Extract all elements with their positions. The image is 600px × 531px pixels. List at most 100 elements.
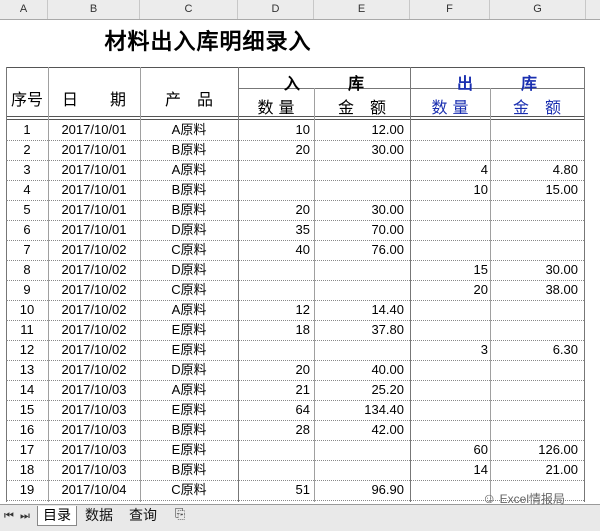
- cell-seq[interactable]: 15: [6, 400, 48, 420]
- cell-out-qty[interactable]: [410, 380, 490, 400]
- cell-seq[interactable]: 17: [6, 440, 48, 460]
- cell-product[interactable]: C原料: [140, 280, 238, 300]
- cell-in-qty[interactable]: 20: [238, 140, 314, 160]
- cell-seq[interactable]: 16: [6, 420, 48, 440]
- cell-date[interactable]: 2017/10/02: [48, 360, 140, 380]
- cell-seq[interactable]: 19: [6, 480, 48, 500]
- cell-seq[interactable]: 13: [6, 360, 48, 380]
- cell-out-qty[interactable]: 20: [410, 280, 490, 300]
- cell-in-qty[interactable]: 21: [238, 380, 314, 400]
- cell-date[interactable]: 2017/10/03: [48, 440, 140, 460]
- cell-in-amount[interactable]: [314, 280, 410, 300]
- cell-in-amount[interactable]: [314, 160, 410, 180]
- cell-in-amount[interactable]: 76.00: [314, 240, 410, 260]
- first-sheet-icon[interactable]: ⏮: [4, 509, 14, 523]
- cell-date[interactable]: 2017/10/03: [48, 420, 140, 440]
- cell-date[interactable]: 2017/10/01: [48, 200, 140, 220]
- cell-out-amount[interactable]: [490, 120, 584, 140]
- cell-in-qty[interactable]: [238, 280, 314, 300]
- cell-product[interactable]: A原料: [140, 120, 238, 140]
- cell-in-amount[interactable]: 96.90: [314, 480, 410, 500]
- column-header-b[interactable]: B: [48, 0, 140, 19]
- cell-seq[interactable]: 7: [6, 240, 48, 260]
- cell-product[interactable]: B原料: [140, 200, 238, 220]
- cell-out-amount[interactable]: [490, 200, 584, 220]
- cell-out-amount[interactable]: 6.30: [490, 340, 584, 360]
- cell-date[interactable]: 2017/10/02: [48, 300, 140, 320]
- cell-in-qty[interactable]: [238, 340, 314, 360]
- cell-seq[interactable]: 12: [6, 340, 48, 360]
- cell-product[interactable]: B原料: [140, 140, 238, 160]
- column-header-e[interactable]: E: [314, 0, 410, 19]
- column-header-g[interactable]: G: [490, 0, 586, 19]
- cell-date[interactable]: 2017/10/02: [48, 340, 140, 360]
- cell-product[interactable]: B原料: [140, 420, 238, 440]
- cell-product[interactable]: C原料: [140, 480, 238, 500]
- cell-in-amount[interactable]: 30.00: [314, 200, 410, 220]
- cell-in-qty[interactable]: 20: [238, 200, 314, 220]
- cell-in-amount[interactable]: 14.40: [314, 300, 410, 320]
- cell-in-qty[interactable]: [238, 160, 314, 180]
- cell-out-amount[interactable]: [490, 360, 584, 380]
- cell-seq[interactable]: 14: [6, 380, 48, 400]
- cell-in-amount[interactable]: 30.00: [314, 140, 410, 160]
- cell-in-amount[interactable]: 25.20: [314, 380, 410, 400]
- cell-seq[interactable]: 8: [6, 260, 48, 280]
- cell-out-amount[interactable]: [490, 300, 584, 320]
- cell-date[interactable]: 2017/10/01: [48, 180, 140, 200]
- column-header-f[interactable]: F: [410, 0, 490, 19]
- cell-out-amount[interactable]: [490, 220, 584, 240]
- cell-date[interactable]: 2017/10/03: [48, 460, 140, 480]
- cell-out-qty[interactable]: [410, 220, 490, 240]
- cell-seq[interactable]: 3: [6, 160, 48, 180]
- insert-sheet-icon[interactable]: ⎘: [175, 507, 185, 522]
- cell-product[interactable]: A原料: [140, 160, 238, 180]
- cell-in-qty[interactable]: [238, 180, 314, 200]
- cell-in-qty[interactable]: 40: [238, 240, 314, 260]
- cell-out-amount[interactable]: [490, 400, 584, 420]
- cell-in-amount[interactable]: 40.00: [314, 360, 410, 380]
- cell-product[interactable]: A原料: [140, 300, 238, 320]
- cell-in-qty[interactable]: [238, 460, 314, 480]
- cell-date[interactable]: 2017/10/01: [48, 160, 140, 180]
- cell-product[interactable]: A原料: [140, 380, 238, 400]
- cell-in-amount[interactable]: 42.00: [314, 420, 410, 440]
- cell-in-qty[interactable]: 28: [238, 420, 314, 440]
- cell-date[interactable]: 2017/10/02: [48, 240, 140, 260]
- cell-out-amount[interactable]: [490, 420, 584, 440]
- cell-in-amount[interactable]: [314, 440, 410, 460]
- cell-seq[interactable]: 10: [6, 300, 48, 320]
- cell-in-amount[interactable]: 37.80: [314, 320, 410, 340]
- cell-product[interactable]: E原料: [140, 320, 238, 340]
- column-header-c[interactable]: C: [140, 0, 238, 19]
- cell-date[interactable]: 2017/10/02: [48, 280, 140, 300]
- cell-out-amount[interactable]: 30.00: [490, 260, 584, 280]
- cell-out-qty[interactable]: 3: [410, 340, 490, 360]
- cell-seq[interactable]: 1: [6, 120, 48, 140]
- cell-in-amount[interactable]: 134.40: [314, 400, 410, 420]
- cell-product[interactable]: D原料: [140, 220, 238, 240]
- cell-out-amount[interactable]: [490, 380, 584, 400]
- cell-product[interactable]: E原料: [140, 400, 238, 420]
- cell-product[interactable]: E原料: [140, 340, 238, 360]
- cell-out-qty[interactable]: [410, 480, 490, 500]
- cell-seq[interactable]: 11: [6, 320, 48, 340]
- cell-out-qty[interactable]: [410, 200, 490, 220]
- cell-out-amount[interactable]: [490, 320, 584, 340]
- cell-in-amount[interactable]: 70.00: [314, 220, 410, 240]
- cell-product[interactable]: B原料: [140, 460, 238, 480]
- cell-in-amount[interactable]: [314, 180, 410, 200]
- cell-date[interactable]: 2017/10/02: [48, 320, 140, 340]
- cell-product[interactable]: D原料: [140, 260, 238, 280]
- cell-in-qty[interactable]: 35: [238, 220, 314, 240]
- cell-in-qty[interactable]: 20: [238, 360, 314, 380]
- cell-date[interactable]: 2017/10/01: [48, 220, 140, 240]
- cell-in-qty[interactable]: [238, 260, 314, 280]
- sheet-tab-directory[interactable]: 目录: [37, 506, 77, 526]
- cell-out-qty[interactable]: [410, 400, 490, 420]
- cell-date[interactable]: 2017/10/04: [48, 480, 140, 500]
- cell-date[interactable]: 2017/10/03: [48, 380, 140, 400]
- cell-out-qty[interactable]: 4: [410, 160, 490, 180]
- cell-date[interactable]: 2017/10/02: [48, 260, 140, 280]
- cell-product[interactable]: B原料: [140, 180, 238, 200]
